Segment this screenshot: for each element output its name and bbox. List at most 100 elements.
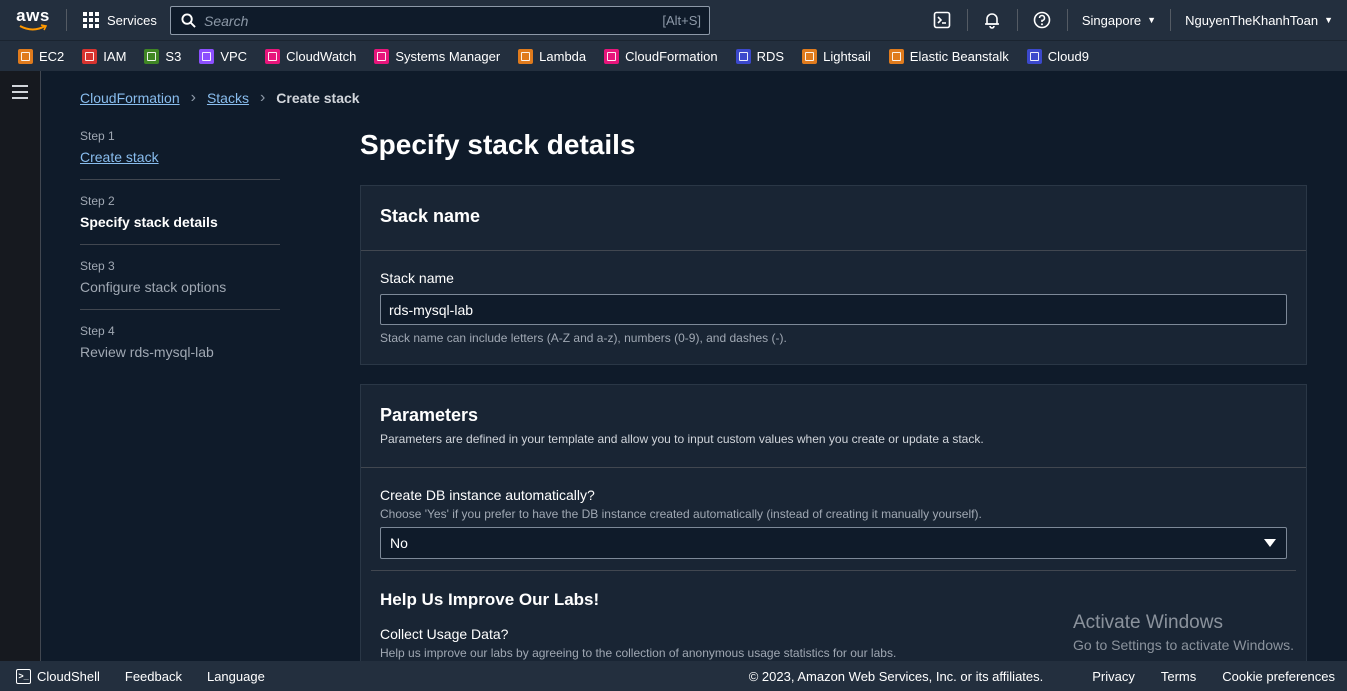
ec2-icon <box>18 48 33 64</box>
wizard-steps: Step 1 Create stack Step 2 Specify stack… <box>80 129 280 388</box>
search-shortcut-hint: [Alt+S] <box>662 13 701 28</box>
favorite-vpc[interactable]: VPC <box>199 48 247 64</box>
favorite-label: EC2 <box>39 48 65 64</box>
create-db-label: Create DB instance automatically? <box>380 487 595 503</box>
favorite-label: Lightsail <box>823 48 871 64</box>
create-db-description: Choose 'Yes' if you prefer to have the D… <box>380 507 982 521</box>
favorite-rds[interactable]: RDS <box>735 48 785 64</box>
favorite-label: Elastic Beanstalk <box>909 48 1009 64</box>
favorite-label: S3 <box>165 48 182 64</box>
breadcrumb-current: Create stack <box>276 90 360 106</box>
search-icon <box>181 13 196 28</box>
favorite-cloud9[interactable]: Cloud9 <box>1026 48 1089 64</box>
search-bar[interactable]: [Alt+S] <box>170 6 710 35</box>
favorite-cloudformation[interactable]: CloudFormation <box>604 48 718 64</box>
favorite-lightsail[interactable]: Lightsail <box>802 48 871 64</box>
step-review: Review rds-mysql-lab <box>80 344 214 360</box>
search-input[interactable] <box>204 12 663 29</box>
favorite-label: Cloud9 <box>1047 48 1089 64</box>
region-selector[interactable]: Singapore ▼ <box>1068 0 1170 40</box>
lightsail-icon <box>802 48 818 64</box>
step-number: Step 4 <box>80 324 115 338</box>
footer-terms-link[interactable]: Terms <box>1161 669 1196 684</box>
improve-labs-heading: Help Us Improve Our Labs! <box>380 590 600 609</box>
footer-cookie-preferences-link[interactable]: Cookie preferences <box>1222 669 1335 684</box>
cloudshell-nav-button[interactable] <box>918 0 967 40</box>
favorite-lambda[interactable]: Lambda <box>518 48 586 64</box>
bell-icon <box>985 13 1000 29</box>
iam-icon <box>82 48 98 64</box>
step-number: Step 2 <box>80 194 115 208</box>
footer-privacy-link[interactable]: Privacy <box>1092 669 1135 684</box>
services-label: Services <box>107 12 157 28</box>
footer-feedback-link[interactable]: Feedback <box>125 669 182 684</box>
favorite-cloudwatch[interactable]: CloudWatch <box>265 48 357 64</box>
parameters-heading: Parameters <box>380 405 479 425</box>
footer: >_ CloudShell Feedback Language © 2023, … <box>0 661 1347 691</box>
step-configure-options: Configure stack options <box>80 279 227 295</box>
favorite-s3[interactable]: S3 <box>144 48 182 64</box>
stack-name-hint: Stack name can include letters (A-Z and … <box>380 331 787 345</box>
footer-cloudshell-button[interactable]: >_ CloudShell <box>16 668 100 684</box>
breadcrumb-cloudformation-link[interactable]: CloudFormation <box>80 90 180 106</box>
side-navigation-rail <box>0 71 41 661</box>
cloudformation-icon <box>604 48 620 64</box>
cloudwatch-icon <box>265 48 281 64</box>
services-menu-button[interactable]: Services <box>67 0 171 40</box>
caret-down-icon <box>1264 539 1276 547</box>
services-grid-icon <box>83 12 99 28</box>
account-menu[interactable]: NguyenTheKhanhToan ▼ <box>1171 0 1347 40</box>
wizard-step-3: Step 3 Configure stack options <box>80 259 280 310</box>
region-label: Singapore <box>1081 12 1142 28</box>
notifications-button[interactable] <box>968 0 1017 40</box>
aws-logo[interactable]: aws <box>0 0 66 40</box>
favorite-ec2[interactable]: EC2 <box>18 48 65 64</box>
systems-manager-icon <box>374 48 390 64</box>
caret-down-icon: ▼ <box>1324 15 1333 25</box>
rds-icon <box>735 48 751 64</box>
step-number: Step 3 <box>80 259 115 273</box>
favorite-label: CloudWatch <box>286 48 357 64</box>
favorite-iam[interactable]: IAM <box>82 48 127 64</box>
collect-usage-description: Help us improve our labs by agreeing to … <box>380 646 897 660</box>
aws-logo-text: aws <box>16 6 50 25</box>
aws-smile-icon <box>19 24 47 31</box>
favorite-label: CloudFormation <box>625 48 718 64</box>
stack-name-label: Stack name <box>380 270 454 286</box>
create-db-select[interactable]: No <box>380 527 1287 559</box>
stack-name-container: Stack name Stack name Stack name can inc… <box>360 185 1307 365</box>
step-create-stack-link[interactable]: Create stack <box>80 149 280 165</box>
page-title: Specify stack details <box>360 129 636 160</box>
favorite-elastic-beanstalk[interactable]: Elastic Beanstalk <box>888 48 1009 64</box>
cloudshell-icon: >_ <box>16 668 31 684</box>
caret-down-icon: ▼ <box>1147 15 1157 25</box>
lambda-icon <box>518 48 534 64</box>
top-navigation: aws Services [Alt+S] Singapore ▼ Ng <box>0 0 1347 40</box>
parameters-container: Parameters Parameters are defined in you… <box>360 384 1307 661</box>
help-icon <box>1034 11 1051 29</box>
elastic-beanstalk-icon <box>888 48 904 64</box>
main-content: CloudFormation › Stacks › Create stack S… <box>41 71 1347 661</box>
breadcrumb-stacks-link[interactable]: Stacks <box>207 90 249 106</box>
favorite-systems-manager[interactable]: Systems Manager <box>374 48 501 64</box>
chevron-right-icon: › <box>190 89 196 106</box>
menu-icon[interactable] <box>12 85 28 103</box>
wizard-step-2: Step 2 Specify stack details <box>80 194 280 245</box>
footer-language-link[interactable]: Language <box>207 669 265 684</box>
account-name: NguyenTheKhanhToan <box>1185 12 1319 28</box>
cloud9-icon <box>1026 48 1042 64</box>
stack-name-input[interactable] <box>380 294 1287 325</box>
step-number: Step 1 <box>80 129 115 143</box>
stack-name-heading: Stack name <box>380 206 481 226</box>
help-button[interactable] <box>1018 0 1067 40</box>
favorite-label: Systems Manager <box>395 48 501 64</box>
cloudshell-icon <box>934 11 951 29</box>
vpc-icon <box>199 48 215 64</box>
favorites-bar: EC2 IAM S3 VPC CloudWatch Systems Manager Lamb… <box>0 40 1347 71</box>
wizard-step-1: Step 1 Create stack <box>80 129 280 180</box>
chevron-right-icon: › <box>259 89 266 106</box>
favorite-label: IAM <box>103 48 127 64</box>
step-specify-details-current: Specify stack details <box>80 214 218 230</box>
favorite-label: RDS <box>756 48 785 64</box>
parameters-description: Parameters are defined in your template … <box>380 432 984 446</box>
